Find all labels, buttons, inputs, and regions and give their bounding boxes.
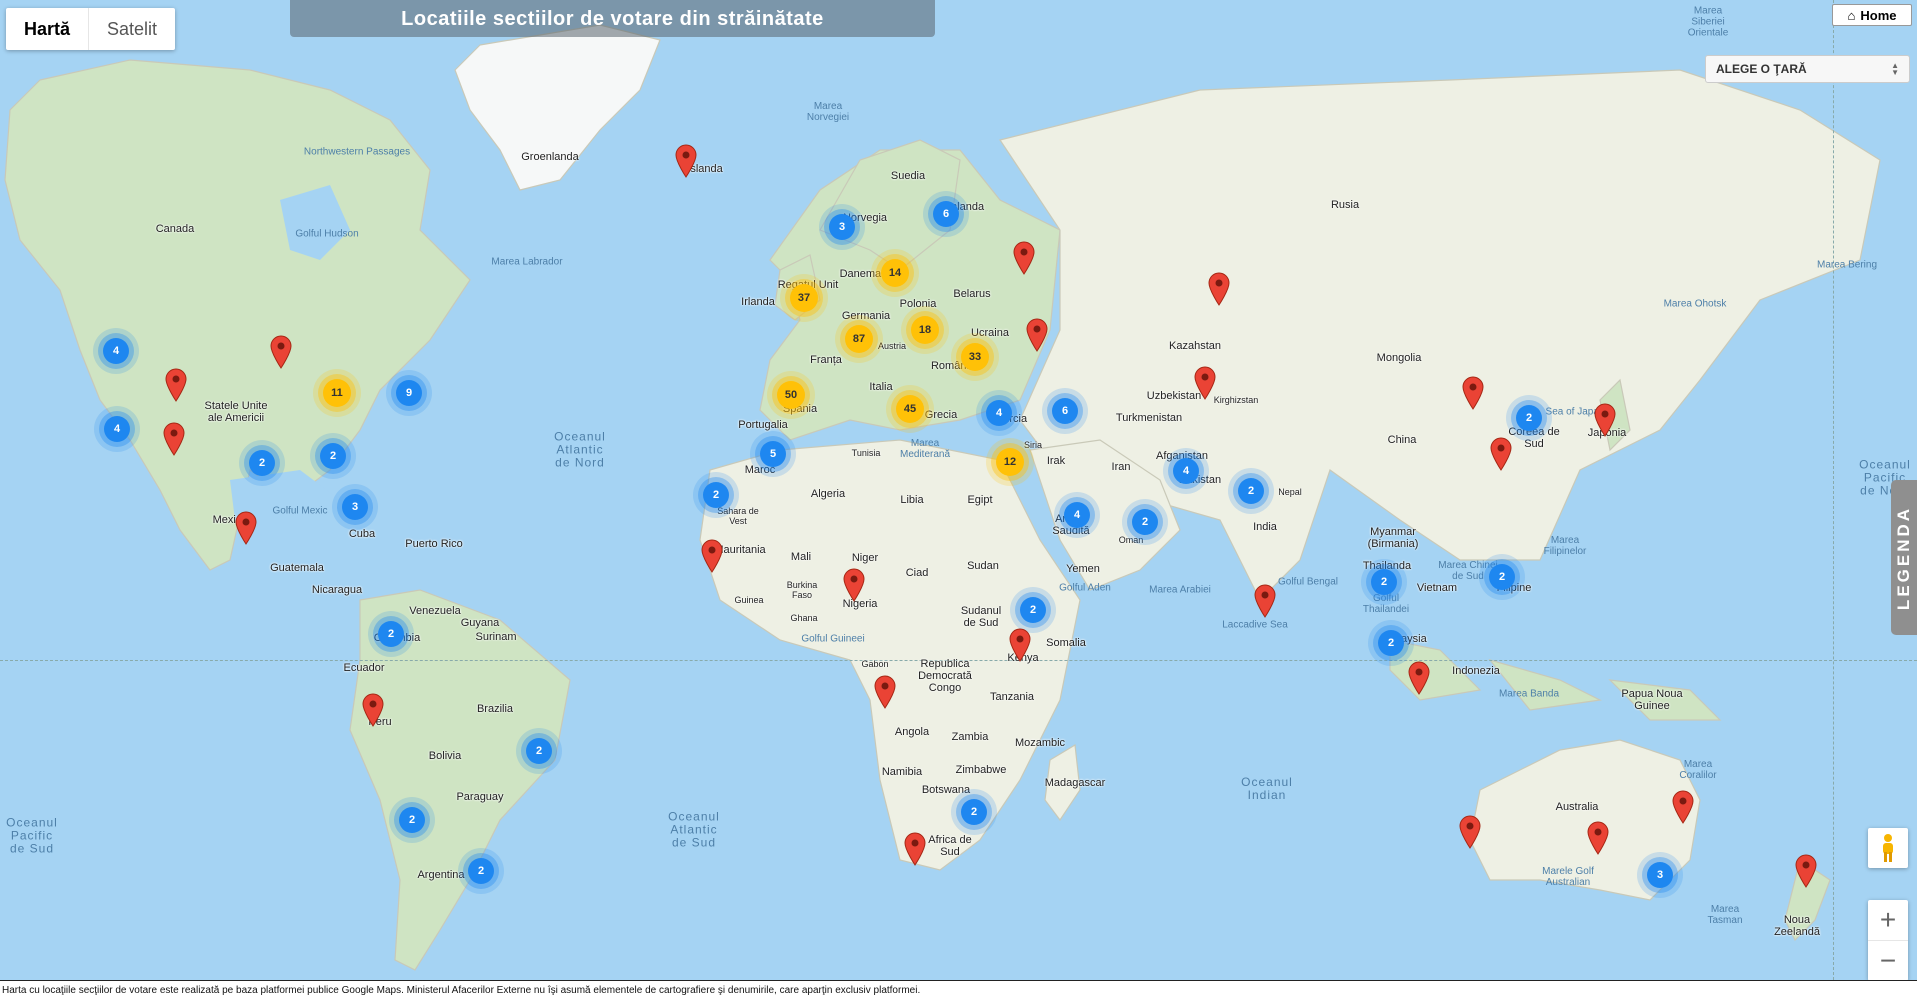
cluster-marker[interactable]: 11	[323, 379, 351, 407]
location-pin-icon[interactable]	[843, 568, 865, 602]
cluster-marker[interactable]: 2	[961, 799, 987, 825]
page-title: Locatiile sectiilor de votare din străin…	[290, 0, 935, 37]
cluster-marker[interactable]: 37	[790, 284, 818, 312]
street-view-pegman[interactable]	[1868, 828, 1908, 868]
location-pin-icon[interactable]	[270, 335, 292, 369]
cluster-marker[interactable]: 2	[1378, 630, 1404, 656]
cluster-marker[interactable]: 50	[777, 381, 805, 409]
map-type-map-button[interactable]: Hartă	[6, 8, 88, 50]
cluster-marker[interactable]: 9	[396, 380, 422, 406]
cluster-marker[interactable]: 4	[1064, 502, 1090, 528]
home-label: Home	[1860, 7, 1897, 23]
location-pin-icon[interactable]	[165, 368, 187, 402]
cluster-marker[interactable]: 33	[961, 343, 989, 371]
cluster-marker[interactable]: 4	[986, 400, 1012, 426]
cluster-marker[interactable]: 4	[1173, 458, 1199, 484]
pegman-icon	[1883, 834, 1893, 862]
cluster-marker[interactable]: 2	[1020, 597, 1046, 623]
location-pin-icon[interactable]	[1009, 628, 1031, 662]
location-pin-icon[interactable]	[1254, 584, 1276, 618]
legend-label: LEGENDA	[1894, 505, 1913, 610]
location-pin-icon[interactable]	[1408, 661, 1430, 695]
cluster-marker[interactable]: 2	[399, 807, 425, 833]
footer-disclaimer: Harta cu locaţiile secţiilor de votare e…	[0, 980, 1917, 1007]
cluster-marker[interactable]: 2	[1371, 569, 1397, 595]
cluster-marker[interactable]: 45	[896, 395, 924, 423]
cluster-marker[interactable]: 3	[342, 494, 368, 520]
cluster-marker[interactable]: 3	[829, 214, 855, 240]
location-pin-icon[interactable]	[1459, 815, 1481, 849]
zoom-out-button[interactable]: −	[1868, 940, 1908, 981]
location-pin-icon[interactable]	[1672, 790, 1694, 824]
cluster-marker[interactable]: 2	[526, 738, 552, 764]
location-pin-icon[interactable]	[1013, 241, 1035, 275]
location-pin-icon[interactable]	[362, 693, 384, 727]
cluster-marker[interactable]: 2	[703, 482, 729, 508]
cluster-marker[interactable]: 4	[103, 338, 129, 364]
location-pin-icon[interactable]	[1795, 854, 1817, 888]
zoom-control: + −	[1868, 900, 1908, 981]
home-icon: ⌂	[1847, 7, 1856, 23]
location-pin-icon[interactable]	[1208, 272, 1230, 306]
cluster-marker[interactable]: 14	[881, 259, 909, 287]
location-pin-icon[interactable]	[874, 675, 896, 709]
location-pin-icon[interactable]	[1587, 821, 1609, 855]
location-pin-icon[interactable]	[904, 832, 926, 866]
location-pin-icon[interactable]	[1462, 376, 1484, 410]
home-button[interactable]: ⌂ Home	[1832, 4, 1912, 26]
legend-toggle[interactable]: LEGENDA	[1891, 480, 1917, 635]
cluster-marker[interactable]: 2	[1238, 478, 1264, 504]
location-pin-icon[interactable]	[675, 144, 697, 178]
cluster-marker[interactable]: 2	[1489, 564, 1515, 590]
cluster-marker[interactable]: 2	[1132, 509, 1158, 535]
cluster-marker[interactable]: 6	[1052, 398, 1078, 424]
world-map[interactable]: Groenlanda Islanda Canada Golful Hudson …	[0, 0, 1917, 980]
map-type-control: Hartă Satelit	[6, 8, 176, 50]
cluster-marker[interactable]: 6	[933, 201, 959, 227]
map-type-satellite-button[interactable]: Satelit	[88, 8, 175, 50]
country-select[interactable]: ALEGE O ŢARĂ ▲ ▼	[1705, 55, 1910, 83]
cluster-marker[interactable]: 2	[249, 450, 275, 476]
cluster-marker[interactable]: 12	[996, 448, 1024, 476]
cluster-marker[interactable]: 3	[1647, 862, 1673, 888]
cluster-marker[interactable]: 5	[760, 441, 786, 467]
location-pin-icon[interactable]	[701, 539, 723, 573]
location-pin-icon[interactable]	[235, 511, 257, 545]
select-arrows-icon: ▲ ▼	[1891, 61, 1899, 77]
location-pin-icon[interactable]	[1026, 318, 1048, 352]
cluster-marker[interactable]: 2	[378, 621, 404, 647]
cluster-marker[interactable]: 4	[104, 416, 130, 442]
cluster-marker[interactable]: 2	[468, 858, 494, 884]
cluster-marker[interactable]: 18	[911, 316, 939, 344]
equator-line	[0, 660, 1917, 661]
cluster-marker[interactable]: 2	[320, 443, 346, 469]
location-pin-icon[interactable]	[1594, 403, 1616, 437]
cluster-marker[interactable]: 2	[1516, 405, 1542, 431]
location-pin-icon[interactable]	[1194, 366, 1216, 400]
location-pin-icon[interactable]	[1490, 437, 1512, 471]
location-pin-icon[interactable]	[163, 422, 185, 456]
cluster-marker[interactable]: 87	[845, 325, 873, 353]
map-landmass	[4, 24, 1881, 971]
country-select-value: ALEGE O ŢARĂ	[1716, 62, 1807, 76]
zoom-in-button[interactable]: +	[1868, 900, 1908, 940]
dateline	[1833, 0, 1834, 980]
